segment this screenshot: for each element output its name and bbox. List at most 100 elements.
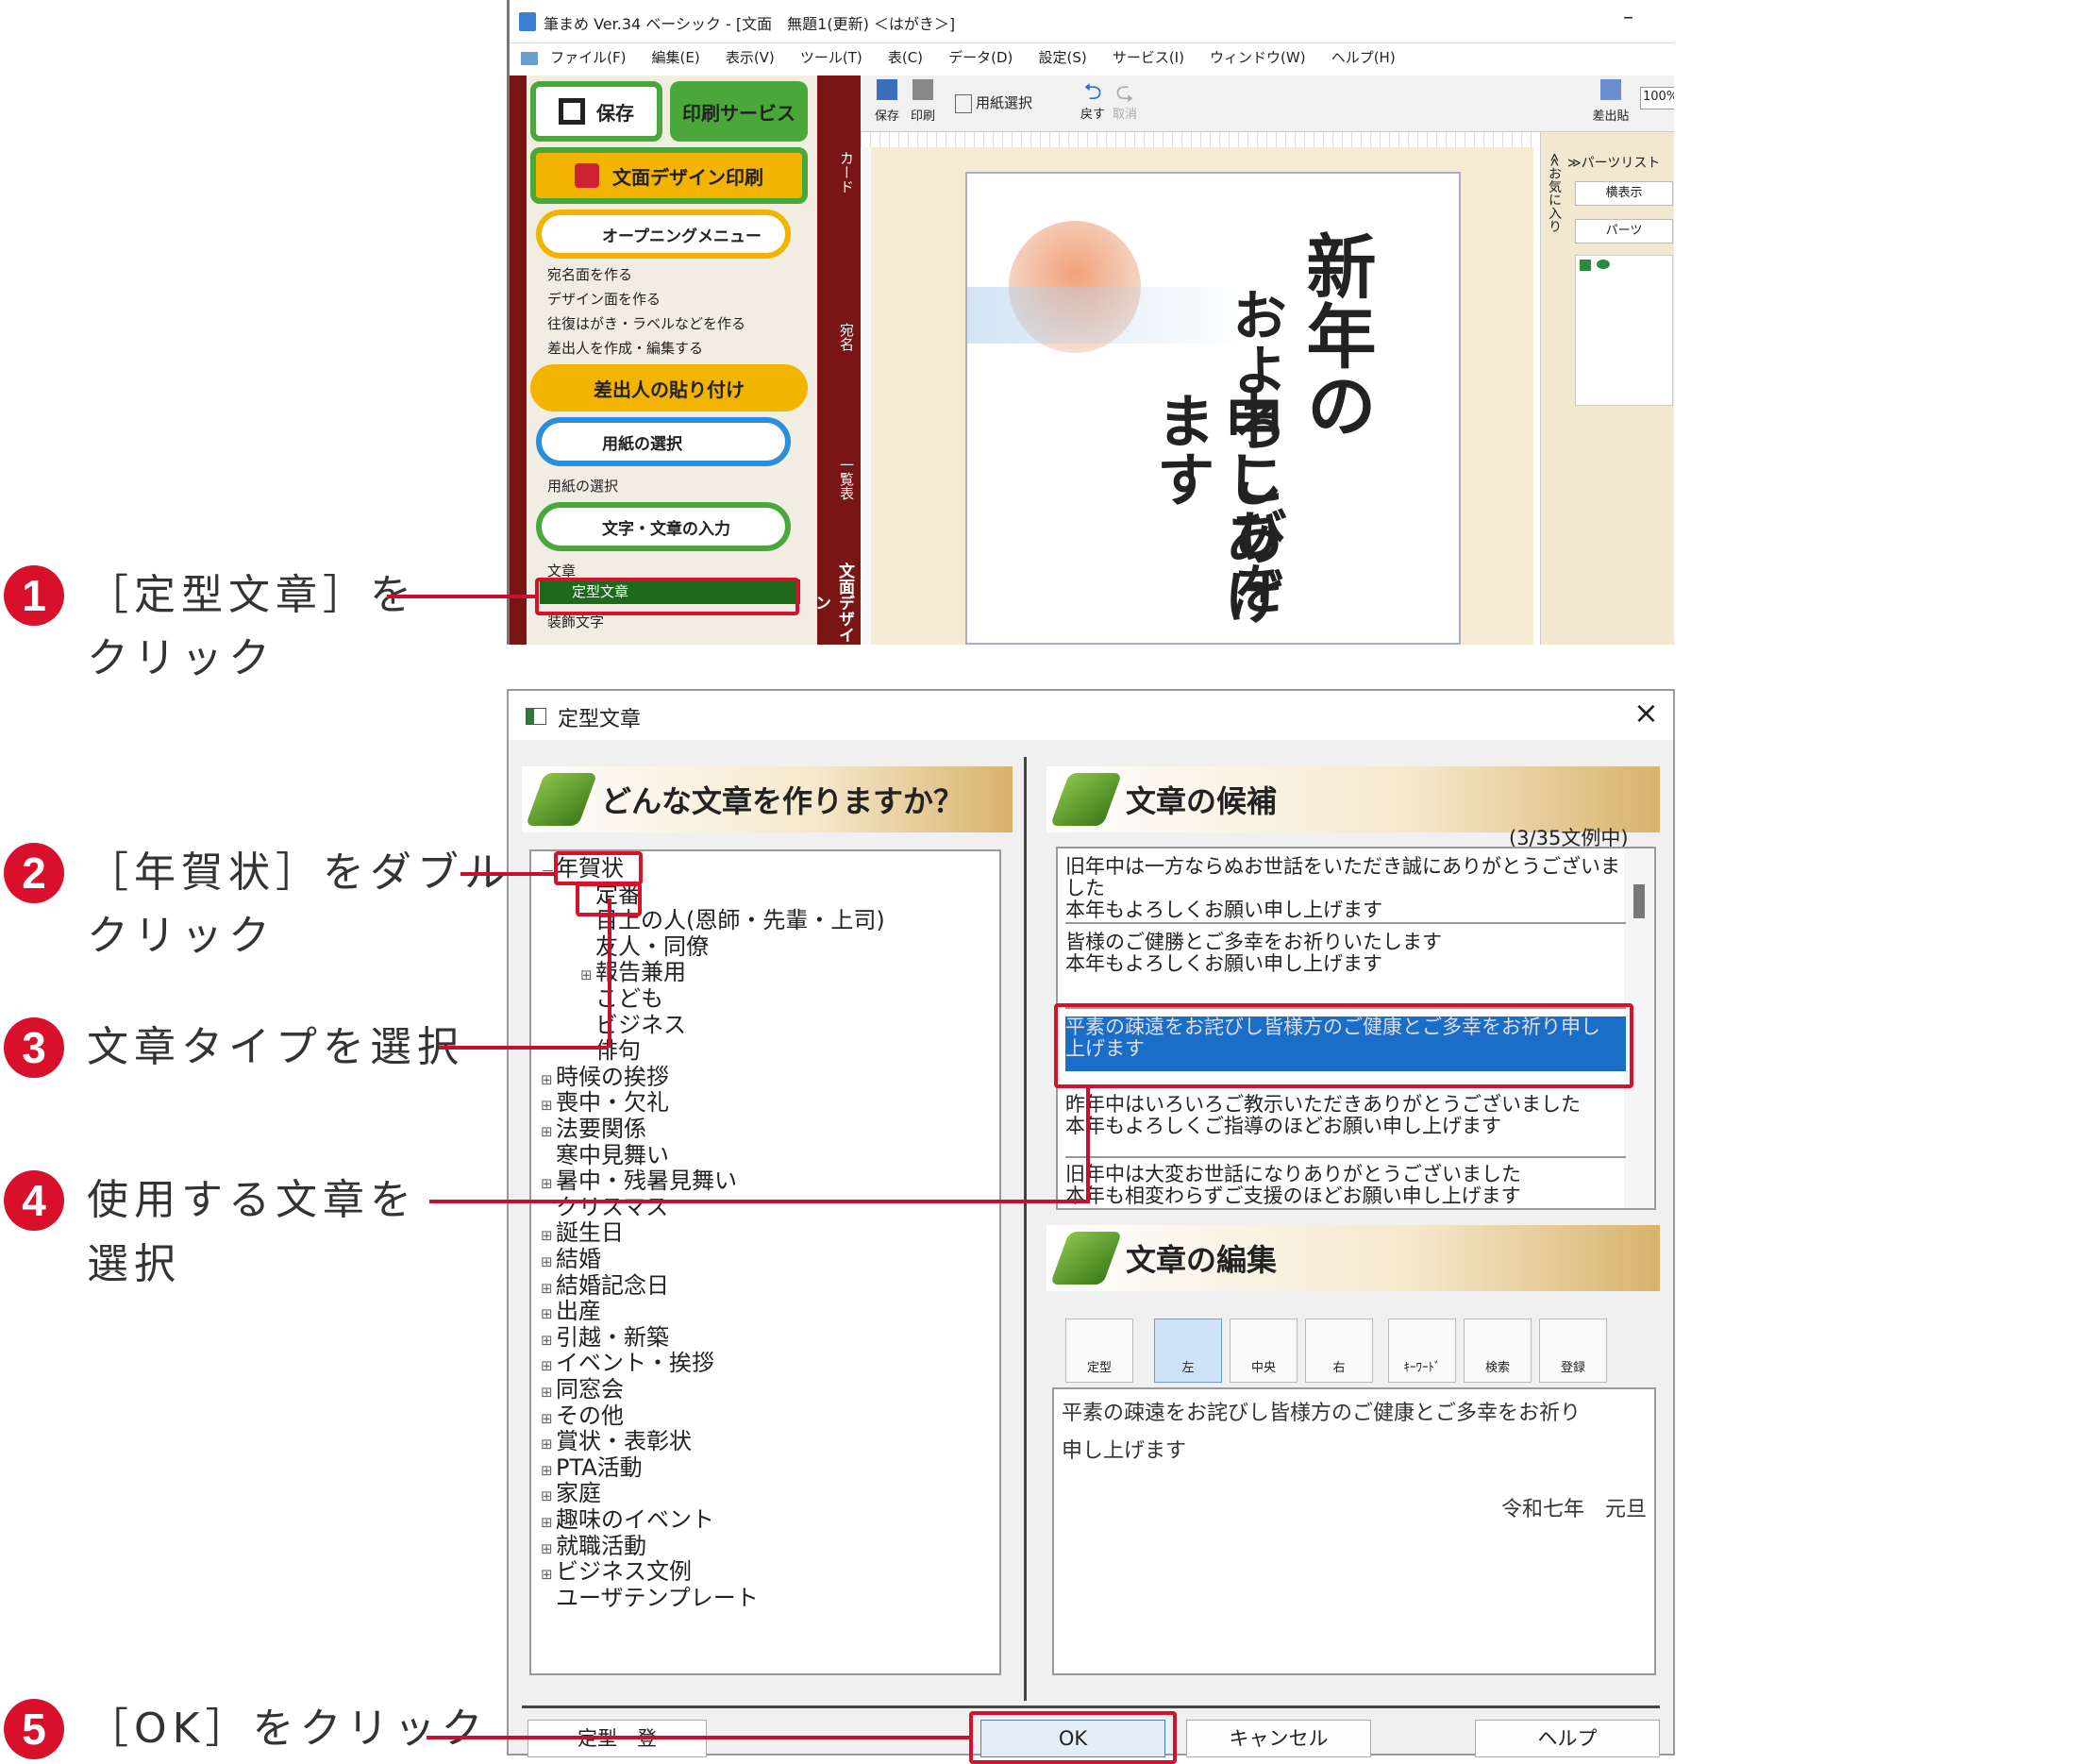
- tree-item[interactable]: ⊞ PTA活動: [541, 1454, 643, 1484]
- step-number-2: 2: [4, 843, 64, 903]
- sender-paste-button[interactable]: 差出人の貼り付け: [530, 364, 808, 412]
- close-icon[interactable]: ×: [1633, 695, 1659, 731]
- menu-settings[interactable]: 設定(S): [1038, 47, 1086, 67]
- zoom-input[interactable]: 100%: [1640, 87, 1674, 109]
- pencil-icon: [1049, 773, 1123, 826]
- footer-divider: [522, 1705, 1660, 1708]
- leader-2: [460, 872, 555, 876]
- toolbar-print[interactable]: 印刷: [906, 79, 940, 124]
- align-right-button[interactable]: 右: [1305, 1319, 1373, 1383]
- candidate-item[interactable]: 旧年中は一方ならぬお世話をいただき誠にありがとうございま した 本年もよろしくお願い…: [1065, 856, 1626, 924]
- sidebar-item-sender[interactable]: 差出人を作成・編集する: [547, 338, 703, 358]
- parts-thumbnail[interactable]: [1575, 255, 1673, 406]
- pencil-icon: [1049, 1232, 1123, 1285]
- tree-item[interactable]: ⊞ 趣味のイベント: [541, 1506, 714, 1536]
- sidebar-item-design[interactable]: デザイン面を作る: [547, 289, 661, 309]
- menu-bar: ファイル(F) 編集(E) 表示(V) ツール(T) 表(C) データ(D) 設…: [510, 47, 1674, 74]
- menu-table[interactable]: 表(C): [888, 47, 923, 67]
- minimize-icon[interactable]: –: [1623, 6, 1633, 29]
- tree-item[interactable]: ⊞ 時候の挨拶: [541, 1064, 669, 1093]
- tree-item[interactable]: ⊞ 賞状・表彰状: [541, 1428, 692, 1457]
- design-print-button[interactable]: 文面デザイン印刷: [530, 147, 808, 204]
- cancel-button[interactable]: キャンセル: [1186, 1720, 1371, 1757]
- step-label-5: ［OK］をクリック: [87, 1705, 489, 1753]
- parts-dropdown[interactable]: パーツ: [1575, 219, 1673, 244]
- sidebar-item-address[interactable]: 宛名面を作る: [547, 264, 632, 284]
- align-center-button[interactable]: 中央: [1230, 1319, 1298, 1383]
- tree-item[interactable]: ⊞ 引越・新築: [541, 1324, 669, 1353]
- register-tool-button[interactable]: 登録: [1539, 1319, 1607, 1383]
- menu-tools[interactable]: ツール(T): [800, 47, 862, 67]
- menu-window[interactable]: ウィンドウ(W): [1210, 47, 1306, 67]
- toolbar-paper-select[interactable]: 用紙選択: [955, 92, 1032, 113]
- candidate-item[interactable]: 昨年中はいろいろご教示いただきありがとうございました 本年もよろしくご指導のほどお…: [1065, 1094, 1626, 1158]
- leader-5: [427, 1736, 970, 1739]
- toolbar-redo[interactable]: ⮎ 取消: [1110, 79, 1140, 122]
- tree-item[interactable]: ⊞ 報告兼用: [580, 959, 686, 988]
- tree-item[interactable]: ⊞ 家庭: [541, 1480, 601, 1509]
- menu-service[interactable]: サービス(I): [1113, 47, 1184, 67]
- tree-item[interactable]: ユーザテンプレート: [541, 1585, 759, 1611]
- tree-item[interactable]: ⊞ 誕生日: [541, 1219, 624, 1249]
- opening-menu-button[interactable]: オープニングメニュー: [536, 210, 791, 259]
- paper-icon: [955, 93, 972, 113]
- help-button[interactable]: ヘルプ: [1475, 1720, 1660, 1757]
- tab-card[interactable]: カード: [819, 85, 857, 245]
- sidebar-item-paper[interactable]: 用紙の選択: [547, 476, 618, 496]
- tab-design[interactable]: 文面デザイン: [812, 547, 857, 645]
- text-input-button[interactable]: 文字・文章の入力: [536, 502, 791, 551]
- tab-list[interactable]: 一覧表: [819, 406, 857, 538]
- tree-item[interactable]: ⊞ 喪中・欠礼: [541, 1089, 669, 1118]
- tree-item-label: 寒中見舞い: [556, 1141, 669, 1168]
- favorites-tab[interactable]: ≪お気に入り: [1545, 153, 1564, 233]
- align-left-button[interactable]: 左: [1154, 1319, 1222, 1383]
- parts-list-label: ≫パーツリスト: [1567, 156, 1661, 171]
- sidebar-item-reply[interactable]: 往復はがき・ラベルなどを作る: [547, 313, 745, 333]
- menu-view[interactable]: 表示(V): [726, 47, 775, 67]
- toolbar: 保存 印刷 用紙選択 ⮌戻す ⮎取消 差出貼 100%: [861, 76, 1674, 132]
- text-editor[interactable]: 平素の疎遠をお詫びし皆様方のご健康とご多幸をお祈り 申し上げます 令和七年 元旦: [1052, 1387, 1656, 1675]
- search-button[interactable]: 検索: [1464, 1319, 1532, 1383]
- toolbar-sender-paste[interactable]: 差出貼: [1587, 79, 1634, 124]
- candidate-item[interactable]: 皆様のご健勝とご多幸をお祈りいたします 本年もよろしくお願い申し上げます: [1065, 932, 1626, 1009]
- paper-select-button[interactable]: 用紙の選択: [536, 417, 791, 466]
- tree-item[interactable]: 寒中見舞い: [541, 1142, 669, 1168]
- menu-data[interactable]: データ(D): [948, 47, 1013, 67]
- tree-item[interactable]: ⊞ ビジネス文例: [541, 1558, 692, 1588]
- scroll-thumb[interactable]: [1633, 884, 1645, 918]
- card-text-1: 新年の: [1295, 230, 1376, 440]
- list-view-button[interactable]: 横表示: [1575, 181, 1673, 206]
- tree-item[interactable]: ⊞ 就職活動: [541, 1533, 646, 1562]
- tree-item[interactable]: クリスマス: [541, 1194, 668, 1220]
- tree-item[interactable]: ビジネス: [580, 1012, 686, 1038]
- category-tree[interactable]: －年賀状 定番 目上の人(恩師・先輩・上司) 友人・同僚 ⊞ 報告兼用 こども ビジネス 俳句 ⊞…: [529, 849, 1001, 1675]
- tab-address[interactable]: 宛名: [819, 264, 857, 396]
- menu-edit[interactable]: 編集(E): [652, 47, 700, 67]
- step-number-4: 4: [4, 1170, 64, 1231]
- save-button[interactable]: 保存: [530, 81, 662, 142]
- tree-item[interactable]: ⊞ 暑中・残暑見舞い: [541, 1168, 737, 1197]
- tree-item[interactable]: ⊞ 結婚記念日: [541, 1272, 669, 1302]
- menu-file[interactable]: ファイル(F): [550, 47, 626, 67]
- undo-icon: ⮌: [1083, 78, 1102, 105]
- leader-3b: [608, 899, 611, 1048]
- toolbar-save[interactable]: 保存: [870, 79, 904, 124]
- tree-item[interactable]: ⊞ その他: [541, 1403, 624, 1432]
- candidate-item[interactable]: 旧年中は大変お世話になりありがとうございました 本年も相変わらずご支援のほどお願い…: [1065, 1164, 1626, 1207]
- tree-item[interactable]: ⊞ 結婚: [541, 1246, 601, 1275]
- tree-item[interactable]: 友人・同僚: [580, 933, 709, 960]
- tree-item[interactable]: ⊞ イベント・挨拶: [541, 1350, 714, 1379]
- menu-help[interactable]: ヘルプ(H): [1331, 47, 1396, 67]
- print-service-button[interactable]: 印刷サービス: [670, 81, 808, 142]
- toolbar-undo[interactable]: ⮌ 戻す: [1078, 79, 1108, 122]
- tree-item-label: 喪中・欠礼: [556, 1089, 669, 1117]
- tree-item-label: 引越・新築: [556, 1323, 669, 1351]
- template-tool-button[interactable]: 定型: [1065, 1319, 1133, 1383]
- tree-item[interactable]: ⊞ 同窓会: [541, 1376, 624, 1405]
- tree-item[interactable]: こども: [580, 985, 663, 1012]
- tree-item[interactable]: ⊞ 出産: [541, 1298, 601, 1327]
- dialog-title-bar: 定型文章 ×: [509, 691, 1673, 740]
- tree-item[interactable]: ⊞ 法要関係: [541, 1116, 646, 1145]
- step-number-1: 1: [4, 565, 64, 626]
- keyword-button[interactable]: ｷｰﾜｰﾄﾞ: [1388, 1319, 1456, 1383]
